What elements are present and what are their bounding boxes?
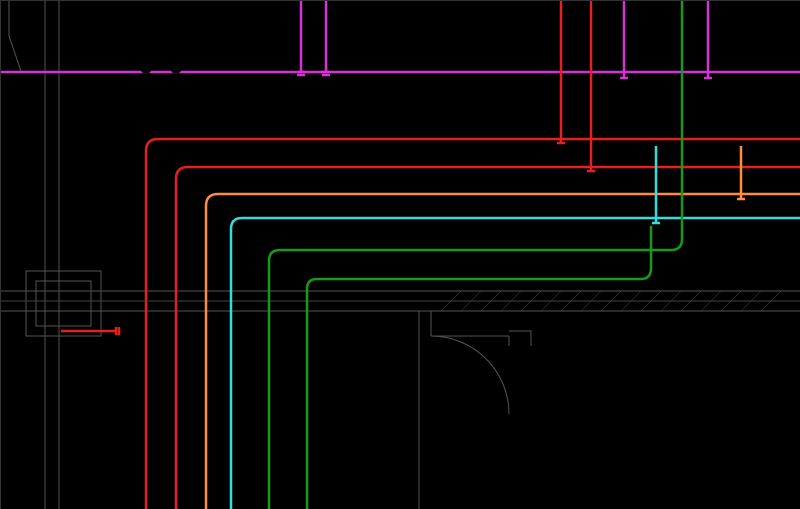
drop-left — [9, 1, 21, 71]
pipe-magenta-stub-4 — [704, 1, 712, 78]
wall-left-v — [45, 1, 59, 509]
drawing-svg — [1, 1, 800, 509]
pipe-green-inner — [307, 226, 651, 509]
piping-layer — [1, 1, 800, 509]
cad-viewport[interactable] — [0, 0, 800, 509]
box-left — [26, 271, 101, 336]
door-opening — [419, 311, 531, 509]
pipe-red-small-stub — [61, 327, 119, 335]
pipe-red-stub-r2 — [587, 1, 595, 171]
pipe-magenta-stub-2 — [322, 1, 330, 75]
structural-layer — [1, 1, 800, 509]
pipe-cyan-stub — [652, 146, 660, 223]
pipe-magenta-stub-1 — [297, 1, 305, 75]
pipe-cyan — [231, 218, 800, 509]
pipe-orange-stub — [737, 146, 745, 199]
pipe-orange — [206, 194, 800, 509]
pipe-magenta-stub-3 — [620, 1, 628, 78]
pipe-hops — [142, 70, 235, 218]
